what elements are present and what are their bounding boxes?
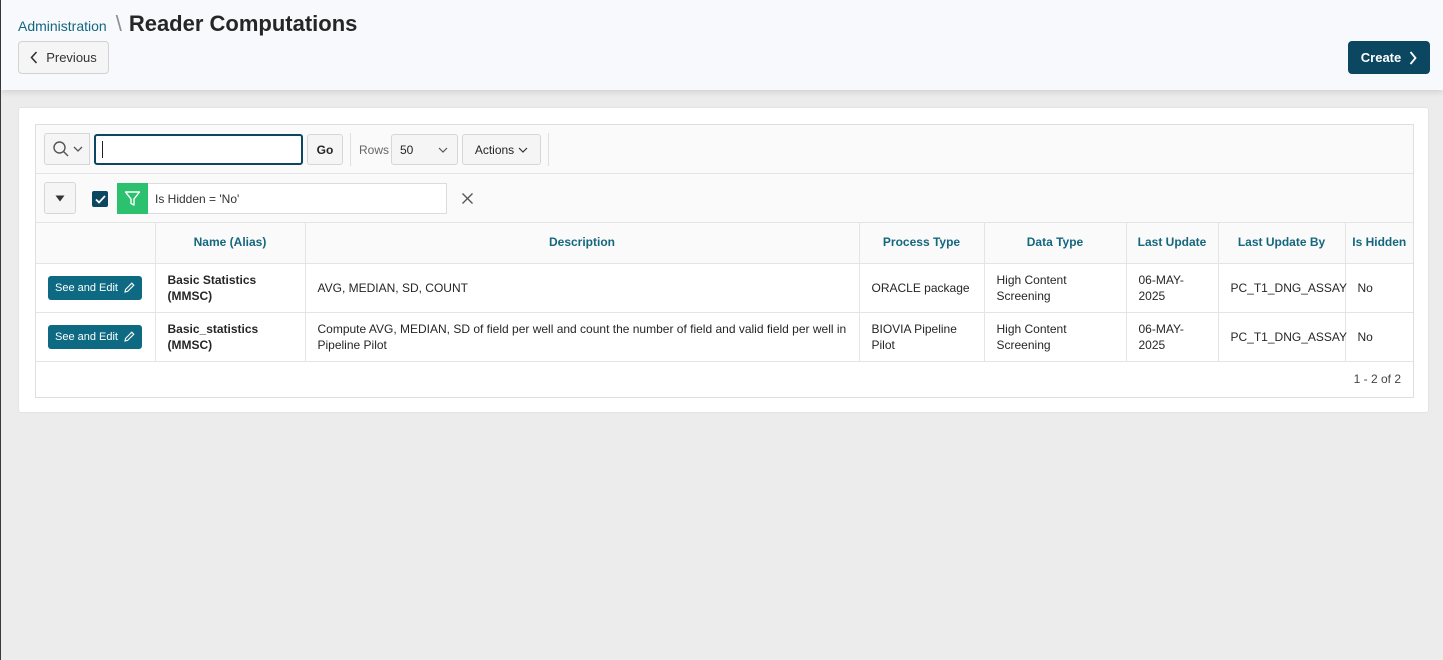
- see-and-edit-button[interactable]: See and Edit: [48, 275, 142, 300]
- filter-enabled-checkbox[interactable]: [92, 191, 108, 207]
- data-type-cell: High Content Screening: [984, 263, 1127, 313]
- breadcrumb: Administration \ Reader Computations: [18, 11, 357, 37]
- toolbar-divider: [548, 133, 549, 166]
- report-toolbar: Go Rows 50 Actions: [36, 125, 1413, 174]
- pagination-info: 1 - 2 of 2: [1353, 372, 1401, 386]
- rows-label: Rows: [359, 143, 390, 157]
- rows-per-page-select[interactable]: 50: [391, 134, 458, 165]
- last-update-by-cell: PC_T1_DNG_ASSAY: [1218, 312, 1347, 362]
- actions-menu-button[interactable]: Actions: [462, 134, 541, 165]
- chevron-down-icon: [438, 147, 448, 153]
- previous-button[interactable]: Previous: [18, 41, 109, 74]
- create-button-label: Create: [1360, 50, 1402, 65]
- see-and-edit-button[interactable]: See and Edit: [48, 324, 142, 349]
- table-header-row: Name (Alias) Description Process Type Da…: [36, 223, 1413, 264]
- column-header-last-update[interactable]: Last Update: [1126, 223, 1219, 264]
- filter-bar: Is Hidden = 'No': [36, 174, 1413, 223]
- column-header-data-type[interactable]: Data Type: [984, 223, 1127, 264]
- breadcrumb-separator: \: [115, 11, 122, 36]
- column-header-process-type[interactable]: Process Type: [859, 223, 985, 264]
- chevron-down-icon: [518, 147, 528, 153]
- page-header: Administration \ Reader Computations Pre…: [1, 0, 1443, 90]
- see-and-edit-label: See and Edit: [55, 281, 118, 294]
- actions-label: Actions: [474, 142, 515, 157]
- report-region: Go Rows 50 Actions Is Hidden = 'No' Name…: [18, 107, 1429, 413]
- breadcrumb-administration-link[interactable]: Administration: [18, 18, 107, 34]
- see-and-edit-label: See and Edit: [55, 330, 118, 343]
- table-row: See and Edit Basic Statistics (MMSC) AVG…: [36, 263, 1413, 313]
- column-header-last-update-by[interactable]: Last Update By: [1218, 223, 1346, 264]
- name-cell: Basic_statistics (MMSC): [155, 312, 306, 362]
- column-header-actions: [36, 223, 156, 264]
- is-hidden-cell: No: [1345, 312, 1413, 362]
- process-type-cell: ORACLE package: [859, 263, 985, 313]
- search-icon: [52, 141, 68, 157]
- name-cell: Basic Statistics (MMSC): [155, 263, 306, 313]
- last-update-by-cell: PC_T1_DNG_ASSAY: [1218, 263, 1347, 313]
- chevron-down-icon: [73, 146, 82, 152]
- search-input[interactable]: [94, 134, 303, 165]
- rows-per-page-value: 50: [400, 142, 414, 157]
- checkmark-icon: [94, 194, 106, 204]
- row-action-cell: See and Edit: [36, 312, 156, 362]
- search-column-selector[interactable]: [44, 133, 90, 165]
- table-row: See and Edit Basic_statistics (MMSC) Com…: [36, 312, 1413, 362]
- data-type-cell: High Content Screening: [984, 312, 1127, 362]
- close-icon[interactable]: [460, 191, 475, 206]
- filter-badge: [117, 183, 148, 214]
- filter-condition[interactable]: Is Hidden = 'No': [148, 183, 447, 214]
- column-header-is-hidden[interactable]: Is Hidden: [1345, 223, 1413, 264]
- data-table: Name (Alias) Description Process Type Da…: [36, 223, 1413, 362]
- is-hidden-cell: No: [1345, 263, 1413, 313]
- expand-filters-button[interactable]: [44, 182, 76, 214]
- pencil-icon: [124, 282, 135, 293]
- last-update-cell: 06-MAY-2025: [1126, 263, 1219, 313]
- previous-button-label: Previous: [46, 50, 97, 65]
- chevron-right-icon: [1410, 50, 1417, 65]
- last-update-cell: 06-MAY-2025: [1126, 312, 1219, 362]
- text-cursor: [102, 141, 103, 158]
- process-type-cell: BIOVIA Pipeline Pilot: [859, 312, 985, 362]
- triangle-down-icon: [55, 195, 65, 201]
- create-button[interactable]: Create: [1348, 41, 1430, 74]
- row-action-cell: See and Edit: [36, 263, 156, 313]
- interactive-report: Go Rows 50 Actions Is Hidden = 'No' Name…: [35, 124, 1414, 398]
- chevron-left-icon: [30, 51, 38, 64]
- description-cell: AVG, MEDIAN, SD, COUNT: [305, 263, 860, 313]
- toolbar-divider: [350, 133, 351, 166]
- pencil-icon: [124, 331, 135, 342]
- funnel-icon: [124, 191, 141, 206]
- column-header-name[interactable]: Name (Alias): [155, 223, 306, 264]
- window-edge: [0, 0, 1, 660]
- go-button[interactable]: Go: [307, 134, 343, 165]
- column-header-description[interactable]: Description: [305, 223, 860, 264]
- page-title: Reader Computations: [128, 11, 358, 36]
- description-cell: Compute AVG, MEDIAN, SD of field per wel…: [305, 312, 860, 362]
